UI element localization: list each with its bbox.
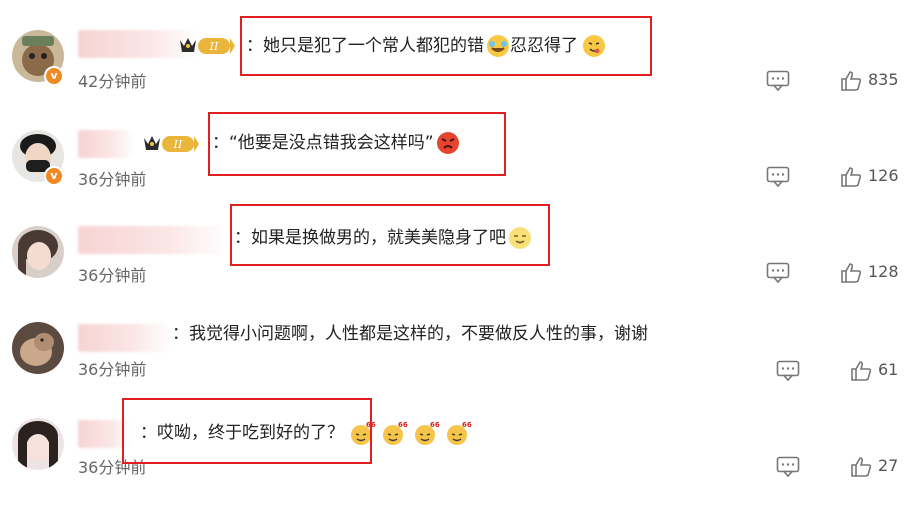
- reply-icon[interactable]: [776, 360, 800, 382]
- avatar-image: [12, 226, 64, 278]
- verified-badge-icon: v: [44, 66, 64, 86]
- like-count: 835: [868, 70, 899, 89]
- highlight-box: [208, 112, 506, 176]
- 666-emoji-icon: 666: [412, 420, 445, 446]
- like-count: 27: [878, 456, 899, 475]
- like-count: 128: [868, 262, 899, 281]
- highlight-box: [230, 204, 550, 266]
- reply-icon[interactable]: [766, 262, 790, 284]
- username-blurred[interactable]: user: [78, 324, 170, 352]
- svg-text:666: 666: [430, 421, 440, 429]
- comment-text: ：我觉得小问题啊，人性都是这样的，不要做反人性的事，谢谢: [172, 324, 648, 344]
- like-icon[interactable]: [840, 262, 862, 284]
- highlight-box: [240, 16, 652, 76]
- svg-text:II: II: [209, 40, 219, 53]
- 666-emoji-icon: 666: [444, 420, 477, 446]
- like-icon[interactable]: [840, 70, 862, 92]
- avatar[interactable]: [12, 322, 64, 374]
- avatar[interactable]: [12, 226, 64, 278]
- comment-item: user ：哎呦，终于吃到好的了？ 666 666 666 666 36分钟前 …: [0, 398, 908, 513]
- like-icon[interactable]: [850, 456, 872, 478]
- username-blurred[interactable]: user: [78, 130, 134, 158]
- crown-icon: II: [144, 136, 199, 152]
- 666-emoji-icon: 666: [380, 420, 413, 446]
- like-count: 61: [878, 360, 899, 379]
- avatar[interactable]: [12, 418, 64, 470]
- like-icon[interactable]: [850, 360, 872, 382]
- svg-text:666: 666: [398, 421, 408, 429]
- comment-time: 42分钟前: [78, 72, 147, 91]
- comment-item: v user II ：她只是犯了一个常人都犯的错 忍忍得了 42分钟前 835: [0, 16, 908, 123]
- comment-time: 36分钟前: [78, 360, 147, 379]
- crown-icon: II: [180, 38, 235, 54]
- reply-icon[interactable]: [766, 70, 790, 92]
- reply-icon[interactable]: [776, 456, 800, 478]
- svg-text:666: 666: [462, 421, 472, 429]
- like-icon[interactable]: [840, 166, 862, 188]
- highlight-box: [122, 398, 372, 464]
- username-blurred[interactable]: user: [78, 226, 228, 254]
- avatar-image: [12, 418, 64, 470]
- comment-time: 36分钟前: [78, 170, 147, 189]
- comment-item: user ：如果是换做男的，就美美隐身了吧 36分钟前 128: [0, 204, 908, 319]
- svg-text:II: II: [173, 138, 183, 151]
- reply-icon[interactable]: [766, 166, 790, 188]
- comment-time: 36分钟前: [78, 266, 147, 285]
- like-count: 126: [868, 166, 899, 185]
- avatar-image: [12, 322, 64, 374]
- verified-badge-icon: v: [44, 166, 64, 186]
